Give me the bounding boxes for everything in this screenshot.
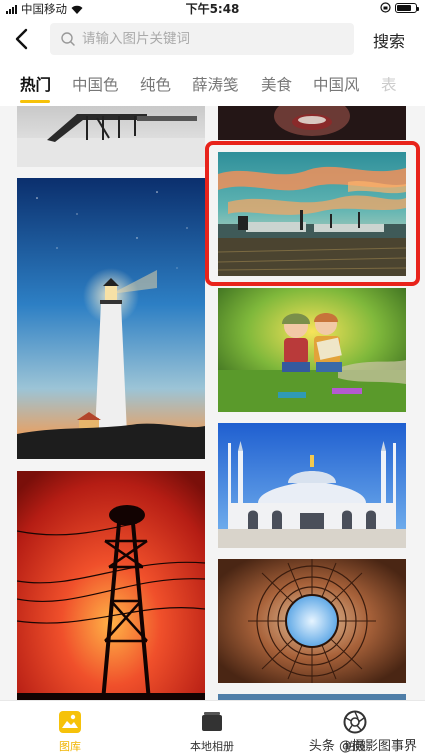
sunset-field-image — [218, 152, 406, 276]
nav-gallery[interactable]: 图库 — [20, 709, 120, 754]
back-button[interactable] — [8, 24, 34, 54]
search-icon — [61, 32, 75, 46]
status-time: 下午5:48 — [185, 2, 240, 16]
category-tabs: 热门 中国色 纯色 薛涛笺 美食 中国风 表 — [0, 62, 425, 106]
nav-local-album[interactable]: 本地相册 — [162, 709, 262, 754]
gallery-image-blue-mosque[interactable] — [218, 423, 406, 548]
image-gallery[interactable] — [0, 106, 425, 700]
active-tab-indicator — [20, 100, 50, 103]
gallery-image-children-reading[interactable] — [218, 288, 406, 412]
gallery-icon — [59, 711, 81, 733]
gallery-image-domed-ceiling[interactable] — [218, 559, 406, 683]
search-input[interactable] — [82, 31, 332, 47]
blue-mosque-image — [218, 423, 406, 548]
domed-ceiling-image — [218, 559, 406, 683]
search-header: 搜索 — [0, 16, 425, 62]
tab-chinese-style[interactable]: 中国风 — [313, 73, 360, 95]
search-box[interactable] — [50, 23, 354, 55]
nav-local-album-label: 本地相册 — [190, 740, 234, 753]
tab-partial[interactable]: 表 — [381, 73, 397, 95]
tab-xuetao-paper[interactable]: 薛涛笺 — [192, 73, 239, 95]
gallery-image-pier[interactable] — [17, 106, 205, 167]
battery-icon — [395, 2, 419, 13]
portrait-image — [218, 106, 406, 140]
nav-gallery-label: 图库 — [59, 740, 81, 753]
gallery-image-electric-tower[interactable] — [17, 471, 205, 700]
lighthouse-image — [17, 178, 205, 459]
gallery-image-sunset-field[interactable] — [218, 152, 406, 276]
camera-aperture-icon — [343, 710, 367, 734]
tab-chinese-colors[interactable]: 中国色 — [72, 73, 119, 95]
chevron-left-icon — [15, 28, 28, 50]
status-bar: 中国移动 下午5:48 — [0, 0, 425, 16]
gallery-image-lighthouse[interactable] — [17, 178, 205, 459]
search-button[interactable]: 搜索 — [373, 28, 405, 52]
album-icon — [202, 712, 222, 731]
gallery-image-portrait[interactable] — [218, 106, 406, 140]
watermark-text: 头条 @摄影图事界 — [308, 739, 417, 754]
tab-hot[interactable]: 热门 — [20, 73, 51, 95]
pier-image — [17, 106, 205, 167]
tab-food[interactable]: 美食 — [261, 73, 292, 95]
status-right — [380, 2, 419, 13]
children-reading-image — [218, 288, 406, 412]
electric-tower-image — [17, 471, 205, 700]
rotation-lock-icon — [380, 2, 391, 13]
tab-solid-colors[interactable]: 纯色 — [140, 73, 171, 95]
